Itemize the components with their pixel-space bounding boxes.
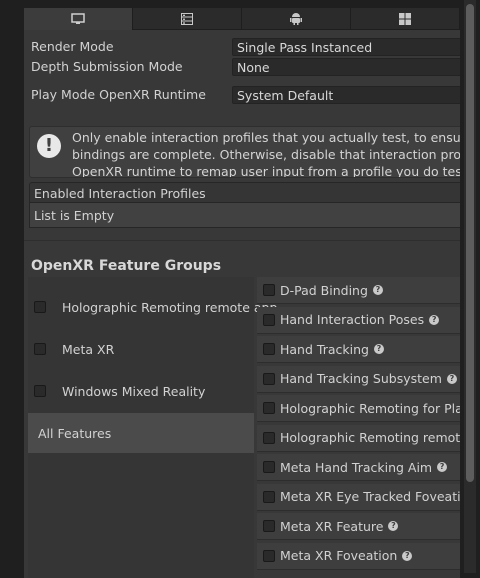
feature-item[interactable]: Meta XR Eye Tracked Foveatio <box>257 483 460 511</box>
feature-item[interactable]: Holographic Remoting for Play <box>257 395 460 422</box>
interaction-profiles-header: Enabled Interaction Profiles <box>29 182 460 203</box>
group-holographic-remoting[interactable]: Holographic Remoting remote app <box>28 287 277 327</box>
android-icon <box>290 13 302 25</box>
feature-label: Hand Tracking <box>280 341 369 357</box>
tab-android[interactable] <box>242 8 351 30</box>
openxr-settings-panel: Render Mode Single Pass Instanced Depth … <box>24 8 460 578</box>
features-list: D-Pad Binding ? Hand Interaction Poses ?… <box>257 277 460 578</box>
group-checkbox[interactable] <box>34 385 46 397</box>
windows-icon <box>399 12 411 25</box>
feature-item[interactable]: Hand Tracking ? <box>257 336 460 363</box>
group-label: Meta XR <box>62 341 115 357</box>
group-meta-xr[interactable]: Meta XR <box>28 329 254 369</box>
feature-label: Meta XR Feature <box>280 518 384 534</box>
scrollbar-thumb[interactable] <box>466 4 474 482</box>
feature-item[interactable]: Hand Tracking Subsystem ? <box>257 365 460 393</box>
feature-label: Holographic Remoting for Play <box>280 400 460 416</box>
feature-checkbox[interactable] <box>263 549 275 562</box>
warning-icon: ! <box>37 134 61 158</box>
feature-label: Holographic Remoting remote a <box>280 430 460 445</box>
help-icon[interactable]: ? <box>446 373 457 384</box>
depth-submission-label: Depth Submission Mode <box>31 59 183 74</box>
feature-checkbox[interactable] <box>263 284 275 296</box>
feature-checkbox[interactable] <box>263 461 275 473</box>
feature-groups-title: OpenXR Feature Groups <box>31 258 222 274</box>
help-icon[interactable]: ? <box>373 344 384 354</box>
depth-submission-dropdown[interactable]: None <box>232 58 460 76</box>
feature-groups-list: Holographic Remoting remote app Meta XR … <box>28 277 277 578</box>
tab-windows[interactable] <box>351 8 460 30</box>
runtime-dropdown[interactable]: System Default <box>232 86 460 104</box>
feature-checkbox[interactable] <box>263 490 275 503</box>
help-line-1: Only enable interaction profiles that yo… <box>72 130 460 145</box>
help-icon[interactable]: ? <box>437 462 448 472</box>
help-message: Only enable interaction profiles that yo… <box>72 129 460 178</box>
feature-label: Meta XR Foveation <box>280 548 398 563</box>
feature-label: Meta XR Eye Tracked Foveatio <box>280 489 460 504</box>
group-label: All Features <box>38 425 112 441</box>
feature-checkbox[interactable] <box>263 343 275 355</box>
server-icon <box>181 12 193 25</box>
feature-item[interactable]: Meta XR Feature ? <box>257 513 460 540</box>
render-mode-dropdown[interactable]: Single Pass Instanced <box>232 38 460 56</box>
interaction-profiles-list: List is Empty <box>29 203 460 228</box>
feature-item[interactable]: Hand Interaction Poses ? <box>257 306 460 334</box>
interaction-profile-help-box: ! Only enable interaction profiles that … <box>29 126 460 178</box>
help-line-3: OpenXR runtime to remap user input from … <box>72 164 460 178</box>
help-line-2: bindings are complete. Otherwise, disabl… <box>72 147 460 162</box>
feature-checkbox[interactable] <box>263 431 275 444</box>
group-checkbox[interactable] <box>34 301 46 313</box>
desktop-icon <box>71 13 85 24</box>
platform-tabs <box>24 8 460 30</box>
feature-checkbox[interactable] <box>263 372 275 385</box>
group-all-features[interactable]: All Features <box>28 413 254 453</box>
feature-label: Hand Interaction Poses <box>280 312 425 327</box>
help-icon[interactable]: ? <box>372 285 383 295</box>
vertical-scrollbar[interactable] <box>464 0 476 573</box>
feature-label: D-Pad Binding <box>280 282 368 298</box>
feature-checkbox[interactable] <box>263 402 275 414</box>
help-icon[interactable]: ? <box>388 521 399 531</box>
feature-label: Hand Tracking Subsystem <box>280 371 442 386</box>
feature-item[interactable]: D-Pad Binding ? <box>257 277 460 304</box>
help-icon[interactable]: ? <box>402 550 413 561</box>
group-windows-mixed-reality[interactable]: Windows Mixed Reality <box>28 371 254 411</box>
feature-checkbox[interactable] <box>263 313 275 326</box>
runtime-label: Play Mode OpenXR Runtime <box>31 87 206 102</box>
help-icon[interactable]: ? <box>429 314 440 325</box>
feature-checkbox[interactable] <box>263 520 275 532</box>
tab-standalone[interactable] <box>24 8 133 30</box>
group-label: Holographic Remoting remote app <box>62 299 278 315</box>
feature-item[interactable]: Meta Hand Tracking Aim ? <box>257 454 460 481</box>
group-checkbox[interactable] <box>34 343 46 355</box>
group-label: Windows Mixed Reality <box>62 383 206 399</box>
section-divider <box>24 240 460 241</box>
feature-item[interactable]: Meta XR Foveation ? <box>257 542 460 570</box>
tab-server[interactable] <box>133 8 242 30</box>
render-mode-label: Render Mode <box>31 39 114 54</box>
feature-item[interactable]: Holographic Remoting remote a <box>257 424 460 452</box>
feature-label: Meta Hand Tracking Aim <box>280 459 433 475</box>
